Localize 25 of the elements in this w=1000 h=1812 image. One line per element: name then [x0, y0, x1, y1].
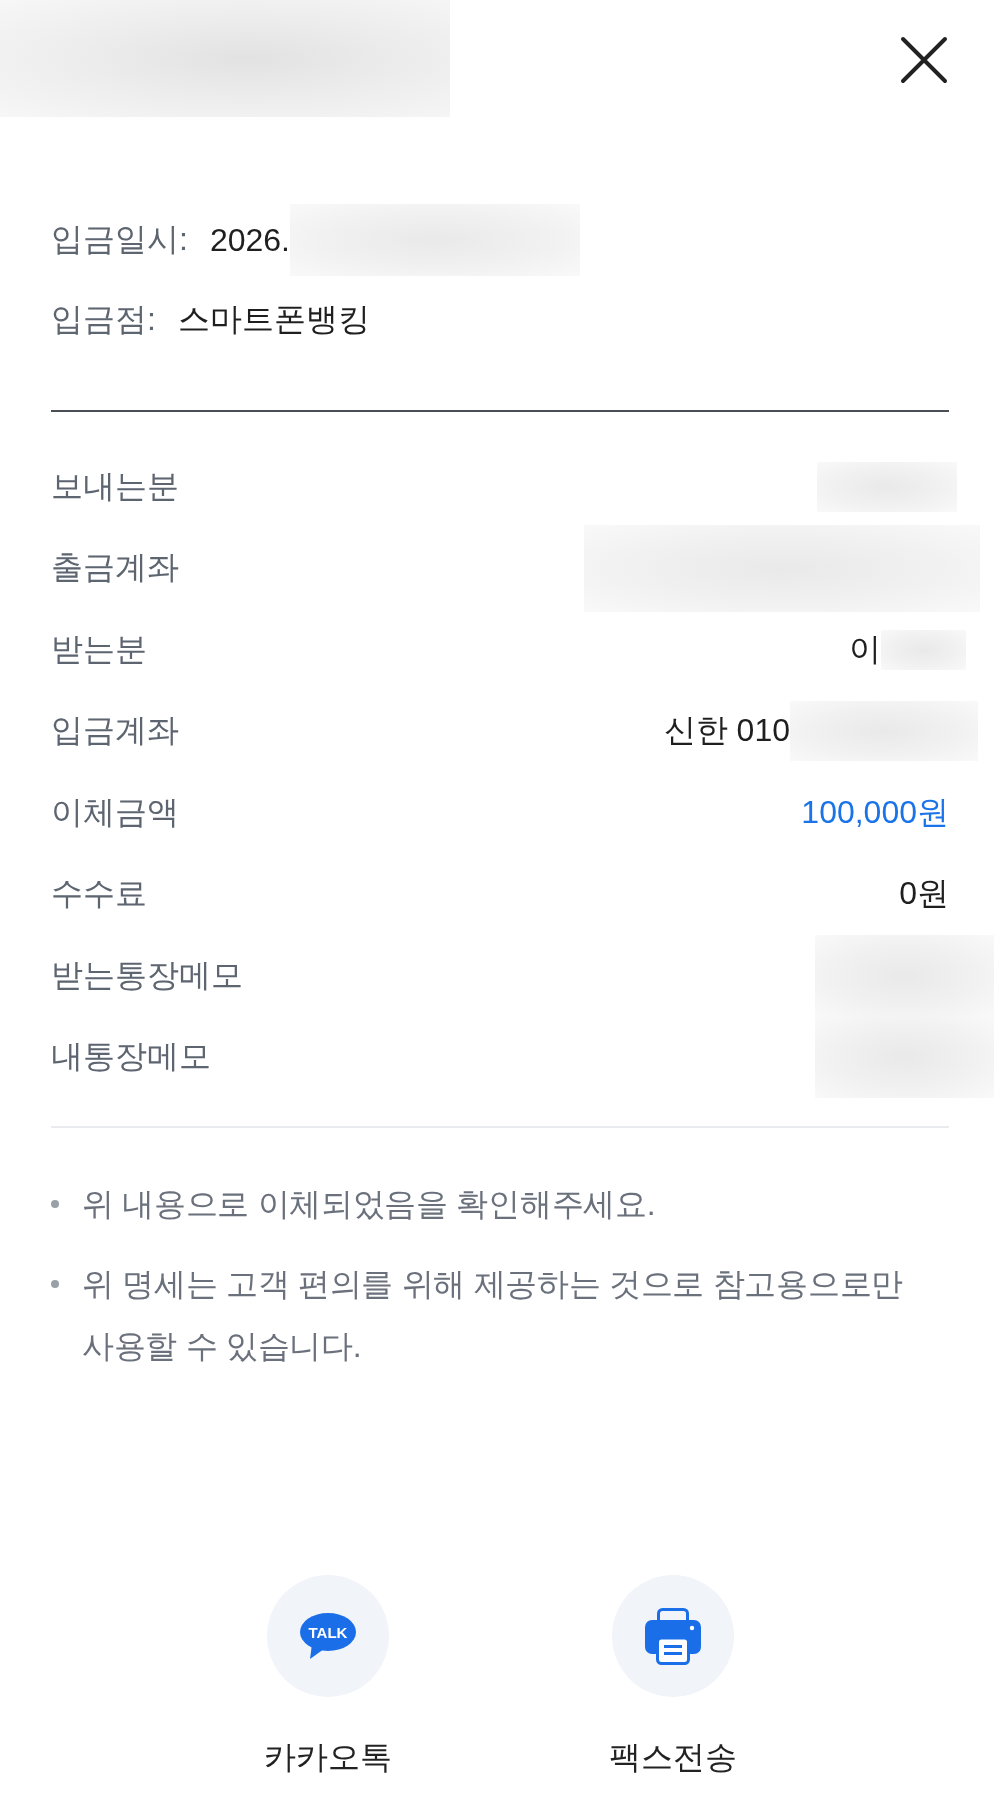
detail-label: 받는분: [51, 629, 147, 669]
info-value: 2026.: [209, 221, 290, 259]
bullet-icon: [51, 1200, 59, 1208]
note-text: 위 내용으로 이체되었음을 확인해주세요.: [82, 1185, 656, 1224]
note-text: 위 명세는 고객 편의를 위해 제공하는 것으로 참고용으로만 사용할 수 있습니다.: [82, 1265, 904, 1366]
bullet-icon: [51, 1280, 59, 1288]
detail-value: 100,000원: [801, 792, 949, 832]
close-button[interactable]: [900, 36, 948, 84]
info-label: 입금일시:: [51, 220, 188, 259]
info-value: 스마트폰뱅킹: [177, 300, 370, 339]
detail-value: 신한 010: [663, 711, 790, 751]
fax-button[interactable]: 팩스전송: [582, 1575, 763, 1777]
detail-label: 보내는분: [51, 466, 179, 506]
detail-label: 입금계좌: [51, 711, 179, 751]
detail-label: 내통장메모: [51, 1037, 211, 1077]
detail-label: 이체금액: [51, 792, 179, 832]
share-button[interactable]: TALK 카카오톡: [237, 1575, 418, 1777]
info-label: 입금점:: [51, 300, 156, 339]
close-icon: [900, 36, 948, 84]
talk-bubble-icon: TALK: [266, 1575, 389, 1697]
detail-value: 0원: [899, 874, 949, 914]
detail-label: 받는통장메모: [51, 955, 243, 995]
detail-label: 수수료: [51, 874, 147, 914]
detail-label: 출금계좌: [51, 548, 179, 588]
detail-value: 이: [849, 629, 881, 669]
